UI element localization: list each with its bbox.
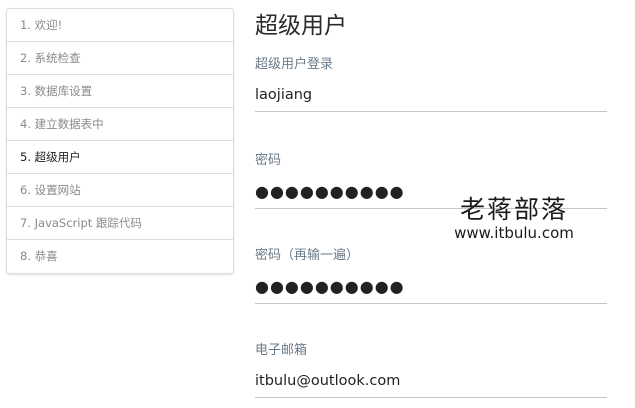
login-input[interactable]: laojiang bbox=[255, 80, 607, 112]
email-field-group: 电子邮箱 bbox=[255, 339, 607, 358]
email-input[interactable]: itbulu@outlook.com bbox=[255, 366, 607, 398]
password-repeat-field-group: 密码（再输一遍） bbox=[255, 244, 607, 263]
login-field-group: 超级用户登录 bbox=[255, 53, 607, 72]
watermark: 老蒋部落 www.itbulu.com bbox=[450, 190, 578, 242]
step-site-setup[interactable]: 6. 设置网站 bbox=[7, 174, 233, 207]
password-repeat-label: 密码（再输一遍） bbox=[255, 248, 360, 263]
password-repeat-input[interactable]: ●●●●●●●●●● bbox=[255, 272, 607, 304]
step-system-check[interactable]: 2. 系统检查 bbox=[7, 42, 233, 75]
login-label: 超级用户登录 bbox=[255, 57, 334, 72]
step-create-tables[interactable]: 4. 建立数据表中 bbox=[7, 108, 233, 141]
email-label: 电子邮箱 bbox=[255, 343, 308, 358]
step-database-setup[interactable]: 3. 数据库设置 bbox=[7, 75, 233, 108]
step-congratulations[interactable]: 8. 恭喜 bbox=[7, 240, 233, 273]
step-welcome[interactable]: 1. 欢迎! bbox=[7, 9, 233, 42]
password-field-group: 密码 bbox=[255, 149, 607, 168]
watermark-name: 老蒋部落 bbox=[459, 195, 568, 224]
watermark-url: www.itbulu.com bbox=[454, 224, 574, 242]
installer-steps-sidebar: 1. 欢迎! 2. 系统检查 3. 数据库设置 4. 建立数据表中 5. 超级用… bbox=[6, 8, 234, 274]
step-javascript-tracking[interactable]: 7. JavaScript 跟踪代码 bbox=[7, 207, 233, 240]
page-title: 超级用户 bbox=[255, 13, 347, 39]
password-label: 密码 bbox=[255, 153, 282, 168]
step-superuser[interactable]: 5. 超级用户 bbox=[7, 141, 233, 174]
